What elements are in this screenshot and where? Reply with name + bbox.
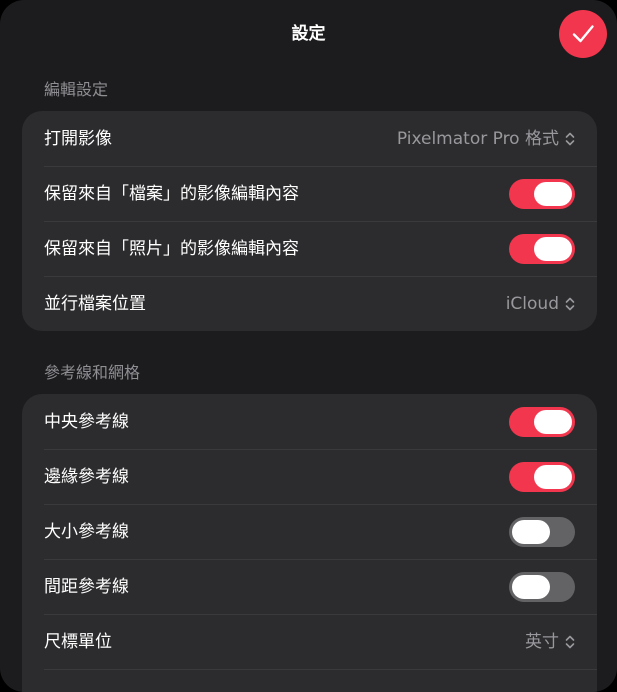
size-guides-toggle[interactable] <box>509 516 575 547</box>
row-open-image[interactable]: 打開影像 Pixelmator Pro 格式 <box>22 111 597 166</box>
row-label: 間距參考線 <box>44 576 129 597</box>
toggle-knob <box>534 409 572 434</box>
checkmark-icon <box>571 22 595 46</box>
section-header-edit-settings: 編輯設定 <box>44 80 109 99</box>
open-image-select[interactable]: Pixelmator Pro 格式 <box>397 128 575 150</box>
row-keep-files-edits: 保留來自「檔案」的影像編輯內容 <box>22 166 597 221</box>
row-label: 保留來自「檔案」的影像編輯內容 <box>44 183 299 204</box>
spacing-guides-toggle[interactable] <box>509 571 575 602</box>
row-label: 打開影像 <box>44 128 112 149</box>
guides-grids-group: 中央參考線 邊緣參考線 大小參考線 間距參考線 尺標單位 英寸 <box>22 394 597 692</box>
row-label: 尺標單位 <box>44 631 112 652</box>
page-title: 設定 <box>291 24 326 44</box>
edit-settings-group: 打開影像 Pixelmator Pro 格式 保留來自「檔案」的影像編輯內容 保… <box>22 111 597 331</box>
row-label: 保留來自「照片」的影像編輯內容 <box>44 238 299 259</box>
chevron-up-down-icon <box>565 132 575 146</box>
settings-sheet: 設定 編輯設定 打開影像 Pixelmator Pro 格式 保留來自「檔案」的… <box>0 0 617 692</box>
section-header-guides-grids: 參考線和網格 <box>44 363 141 382</box>
row-label: 邊緣參考線 <box>44 466 129 487</box>
chevron-up-down-icon <box>565 635 575 649</box>
center-guides-toggle[interactable] <box>509 406 575 437</box>
row-ruler-units[interactable]: 尺標單位 英寸 <box>22 614 597 669</box>
row-center-guides: 中央參考線 <box>22 394 597 449</box>
select-value: Pixelmator Pro 格式 <box>396 128 559 149</box>
toggle-knob <box>534 464 572 489</box>
toggle-knob <box>512 519 550 544</box>
edge-guides-toggle[interactable] <box>509 461 575 492</box>
toggle-knob <box>512 574 550 599</box>
row-sidecar-location[interactable]: 並行檔案位置 iCloud <box>22 276 597 331</box>
toggle-knob <box>534 236 572 261</box>
chevron-up-down-icon <box>565 297 575 311</box>
done-button[interactable] <box>559 10 607 58</box>
sidecar-location-select[interactable]: iCloud <box>506 293 575 315</box>
row-size-guides: 大小參考線 <box>22 504 597 559</box>
row-keep-photos-edits: 保留來自「照片」的影像編輯內容 <box>22 221 597 276</box>
row-label: 中央參考線 <box>44 411 129 432</box>
keep-photos-edits-toggle[interactable] <box>509 233 575 264</box>
ruler-units-select[interactable]: 英寸 <box>525 631 575 653</box>
row-label: 並行檔案位置 <box>44 293 146 314</box>
toggle-knob <box>534 181 572 206</box>
row-spacing-guides: 間距參考線 <box>22 559 597 614</box>
row-edge-guides: 邊緣參考線 <box>22 449 597 504</box>
select-value: iCloud <box>505 293 559 314</box>
row-next-partial <box>22 669 597 692</box>
keep-files-edits-toggle[interactable] <box>509 178 575 209</box>
row-label: 大小參考線 <box>44 521 129 542</box>
select-value: 英寸 <box>525 631 559 652</box>
